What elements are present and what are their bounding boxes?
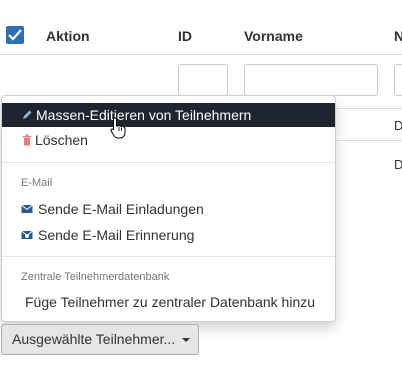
menu-divider bbox=[2, 162, 335, 163]
filter-id-input[interactable] bbox=[178, 64, 228, 96]
menu-item-mass-edit[interactable]: Massen-Editieren von Teilnehmern bbox=[2, 103, 335, 127]
filter-vorname-input[interactable] bbox=[244, 64, 378, 96]
trash-icon bbox=[23, 134, 31, 146]
bulk-action-dropdown: Massen-Editieren von Teilnehmern Löschen… bbox=[1, 95, 336, 322]
table-cell-partial: D bbox=[394, 157, 402, 172]
column-header-aktion[interactable]: Aktion bbox=[46, 28, 90, 44]
select-all-checkbox[interactable] bbox=[6, 26, 24, 44]
column-header-partial[interactable]: N bbox=[394, 28, 402, 44]
menu-section-header-email: E-Mail bbox=[21, 177, 53, 189]
column-header-id[interactable]: ID bbox=[178, 28, 192, 44]
column-header-vorname[interactable]: Vorname bbox=[244, 28, 303, 44]
menu-item-send-reminder[interactable]: Sende E-Mail Erinnerung bbox=[2, 223, 335, 247]
menu-item-send-invitations[interactable]: Sende E-Mail Einladungen bbox=[2, 197, 335, 221]
hand-cursor-icon bbox=[110, 117, 126, 139]
table-cell-partial: D bbox=[394, 118, 402, 133]
menu-item-add-to-central-db[interactable]: Füge Teilnehmer zu zentraler Datenbank h… bbox=[2, 290, 335, 314]
caret-up-icon bbox=[182, 338, 190, 342]
selected-participants-button[interactable]: Ausgewählte Teilnehmer... bbox=[1, 324, 199, 355]
menu-item-delete[interactable]: Löschen bbox=[2, 128, 335, 152]
selected-participants-button-label: Ausgewählte Teilnehmer... bbox=[12, 331, 176, 347]
envelope-icon bbox=[21, 204, 33, 213]
envelope-reminder-icon bbox=[21, 230, 33, 239]
table-header-row: Aktion ID Vorname N bbox=[0, 18, 402, 55]
menu-divider bbox=[2, 256, 335, 257]
filter-partial-input[interactable] bbox=[394, 64, 402, 96]
checkmark-icon bbox=[8, 29, 22, 41]
menu-section-header-central: Zentrale Teilnehmerdatenbank bbox=[21, 271, 170, 283]
pencil-icon bbox=[23, 110, 32, 119]
